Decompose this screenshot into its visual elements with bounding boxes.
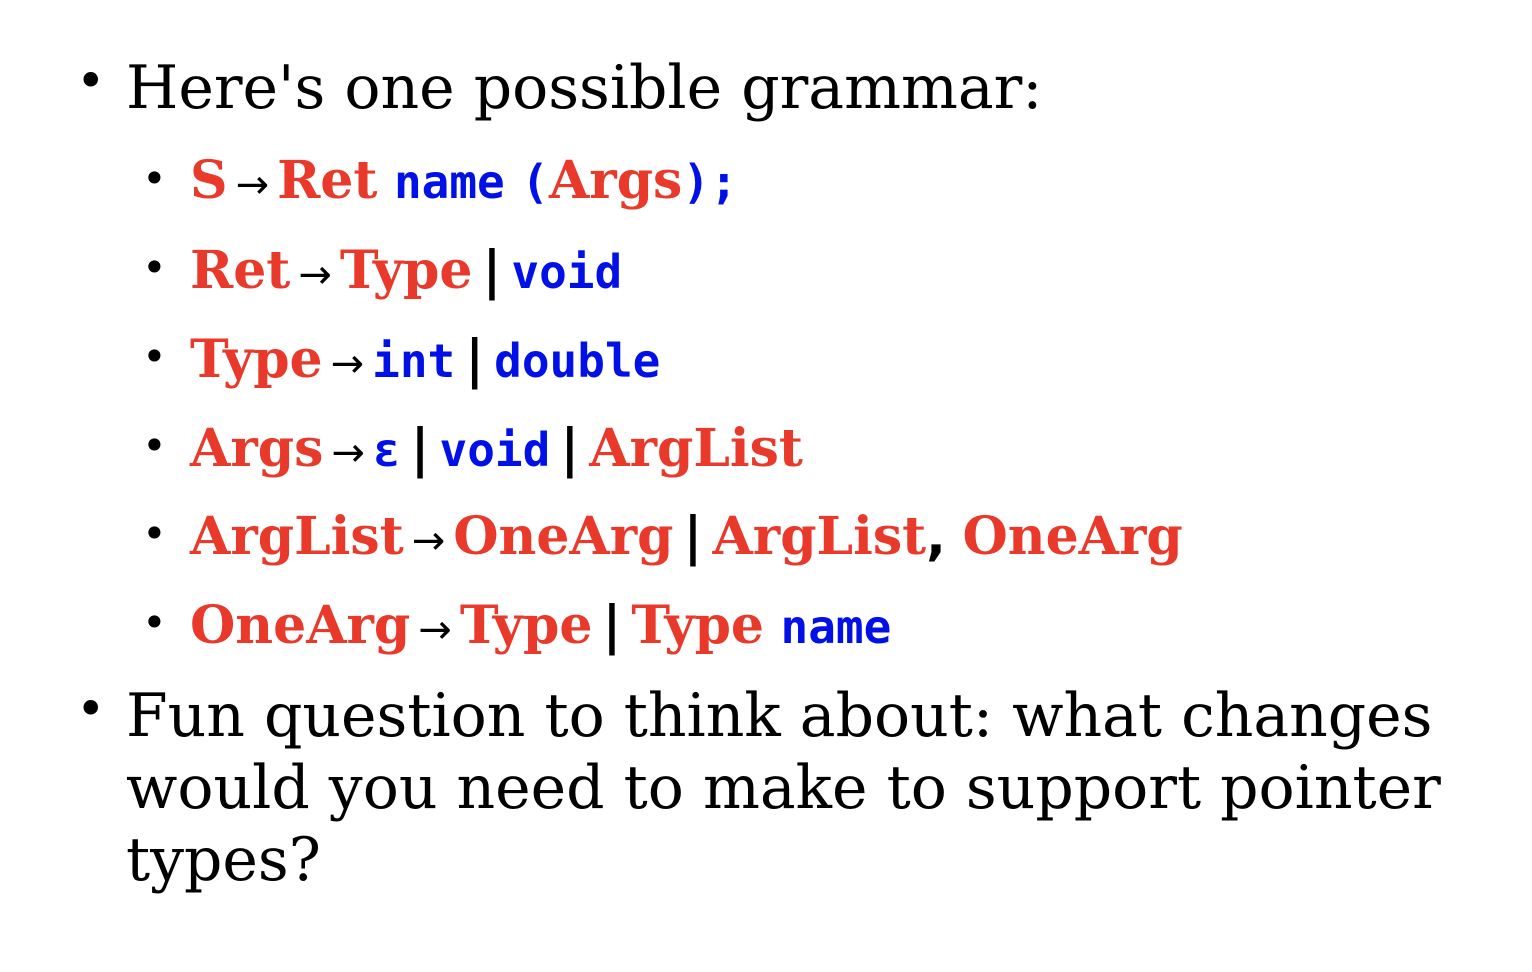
grammar-rule-3: Type → int | double: [190, 329, 660, 395]
alternation-bar: |: [482, 240, 502, 301]
alternation-bar: |: [465, 329, 485, 390]
arrow: →: [418, 607, 452, 653]
slide: • Here's one possible grammar: • S → Ret n…: [0, 0, 1532, 972]
grammar-rule-4: Args → ε | void | ArgList: [190, 418, 803, 484]
alternation-bar: |: [602, 595, 622, 656]
grammar-rule-6: OneArg → Type | Type name: [190, 595, 891, 661]
nonterminal: ArgList: [589, 418, 803, 479]
nonterminal: ArgList: [190, 506, 404, 567]
bullet-dot: •: [142, 598, 167, 647]
question-text: Fun question to think about: what change…: [126, 681, 1441, 895]
nonterminal: ArgList: [712, 506, 927, 567]
arrow: →: [235, 162, 270, 208]
terminal: int: [372, 334, 456, 388]
alternation-bar: |: [410, 418, 430, 479]
bullet-dot: •: [76, 52, 106, 110]
nonterminal: Type: [339, 240, 473, 301]
bullet-dot: •: [142, 421, 167, 470]
nonterminal: Type: [190, 329, 323, 390]
terminal: void: [439, 423, 551, 477]
arrow: →: [298, 252, 332, 298]
nonterminal: Type: [459, 595, 593, 656]
nonterminal: Type: [631, 595, 765, 656]
bullet-dot: •: [142, 243, 167, 292]
arrow: →: [330, 341, 365, 387]
nonterminal: Ret: [190, 240, 291, 301]
intro-text: Here's one possible grammar:: [126, 53, 1043, 123]
bullet-dot: •: [142, 509, 167, 558]
terminal: (: [521, 155, 549, 209]
alternation-bar: |: [560, 418, 580, 479]
terminal: ε: [372, 423, 401, 477]
bullet-dot: •: [76, 680, 106, 738]
arrow: →: [411, 518, 446, 564]
terminal: name: [780, 600, 892, 654]
nonterminal: Args: [548, 150, 683, 211]
terminal: double: [494, 334, 661, 388]
nonterminal: S: [190, 150, 228, 211]
terminal: name: [393, 155, 505, 209]
grammar-rule-1: S → Ret name (Args);: [190, 150, 738, 216]
nonterminal: OneArg: [962, 506, 1183, 567]
alternation-bar: |: [683, 506, 703, 567]
nonterminal: OneArg: [190, 595, 411, 656]
bullet-dot: •: [142, 154, 167, 203]
comma: ,: [926, 507, 946, 567]
nonterminal: Ret: [277, 150, 378, 211]
nonterminal: OneArg: [453, 506, 674, 567]
terminal: void: [511, 245, 623, 299]
grammar-rule-2: Ret → Type | void: [190, 240, 622, 306]
arrow: →: [331, 430, 365, 476]
nonterminal: Args: [190, 418, 324, 479]
bullet-dot: •: [142, 332, 167, 381]
grammar-rule-5: ArgList → OneArg | ArgList, OneArg: [190, 506, 1183, 572]
terminal: );: [682, 155, 738, 209]
